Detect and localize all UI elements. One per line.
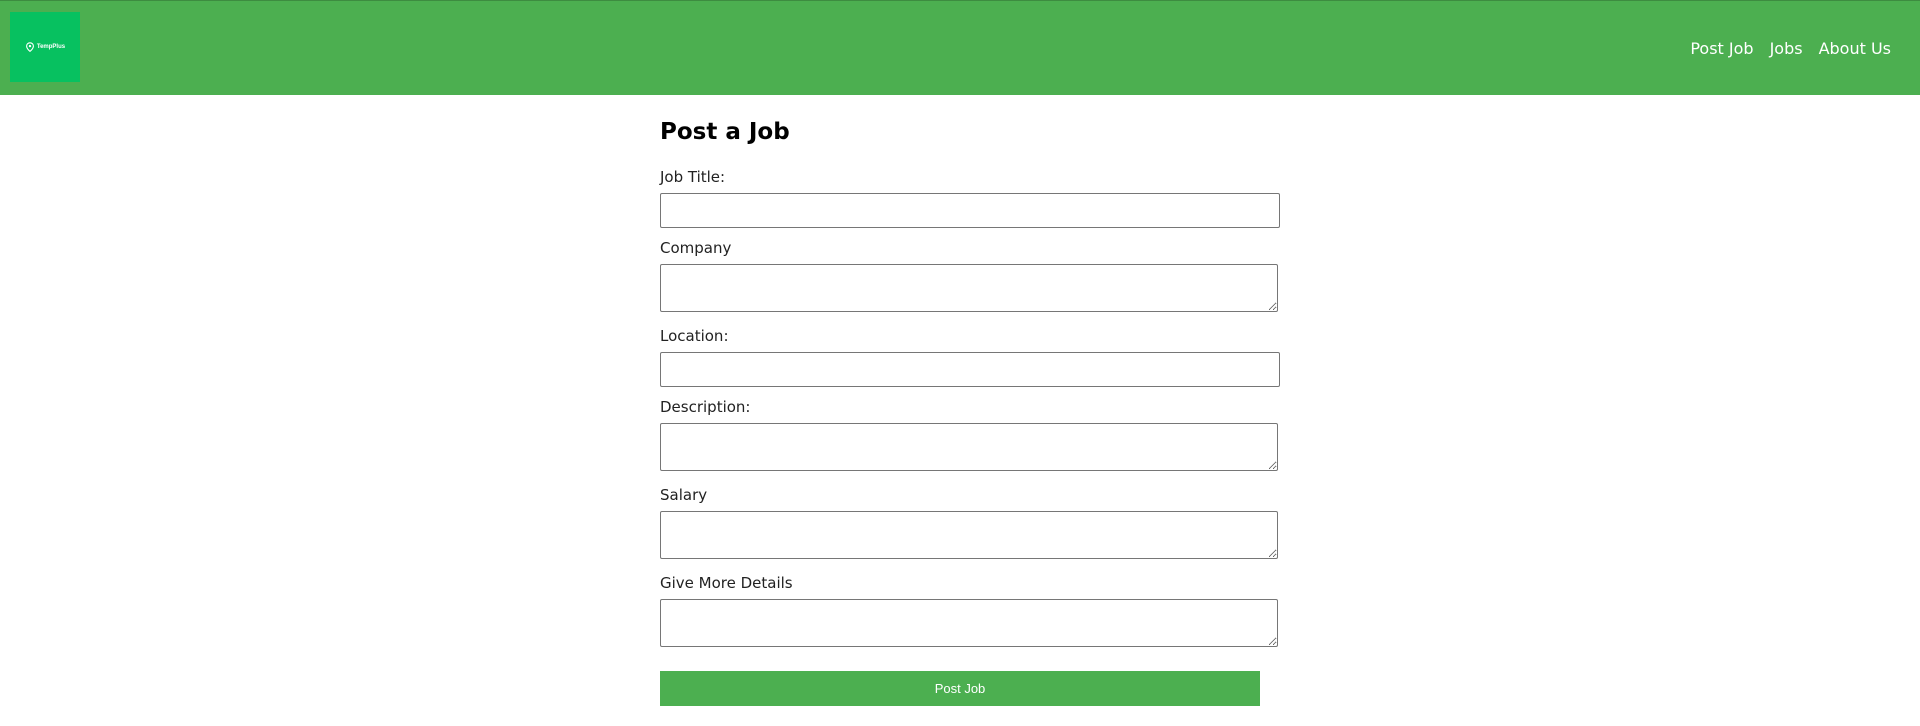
nav-links: Post Job Jobs About Us	[1690, 39, 1891, 58]
salary-label: Salary	[660, 486, 708, 504]
brand-logo-text: TempPlus	[36, 44, 66, 50]
job-title-input[interactable]	[660, 193, 1280, 228]
page-title: Post a Job	[660, 119, 790, 145]
details-textarea[interactable]	[660, 599, 1278, 647]
location-input[interactable]	[660, 352, 1280, 387]
company-textarea[interactable]	[660, 264, 1278, 312]
post-job-button[interactable]: Post Job	[660, 671, 1260, 706]
nav-link-post-job[interactable]: Post Job	[1690, 39, 1753, 58]
nav-link-about-us[interactable]: About Us	[1819, 39, 1891, 58]
details-label: Give More Details	[660, 574, 793, 592]
description-label: Description:	[660, 398, 751, 416]
location-pin-icon	[25, 42, 34, 52]
company-label: Company	[660, 239, 732, 257]
salary-textarea[interactable]	[660, 511, 1278, 559]
job-title-label: Job Title:	[660, 168, 726, 186]
brand-logo[interactable]: TempPlus	[10, 12, 80, 82]
description-textarea[interactable]	[660, 423, 1278, 471]
nav-link-jobs[interactable]: Jobs	[1770, 39, 1803, 58]
location-label: Location:	[660, 327, 729, 345]
top-navbar: TempPlus Post Job Jobs About Us	[0, 0, 1920, 95]
